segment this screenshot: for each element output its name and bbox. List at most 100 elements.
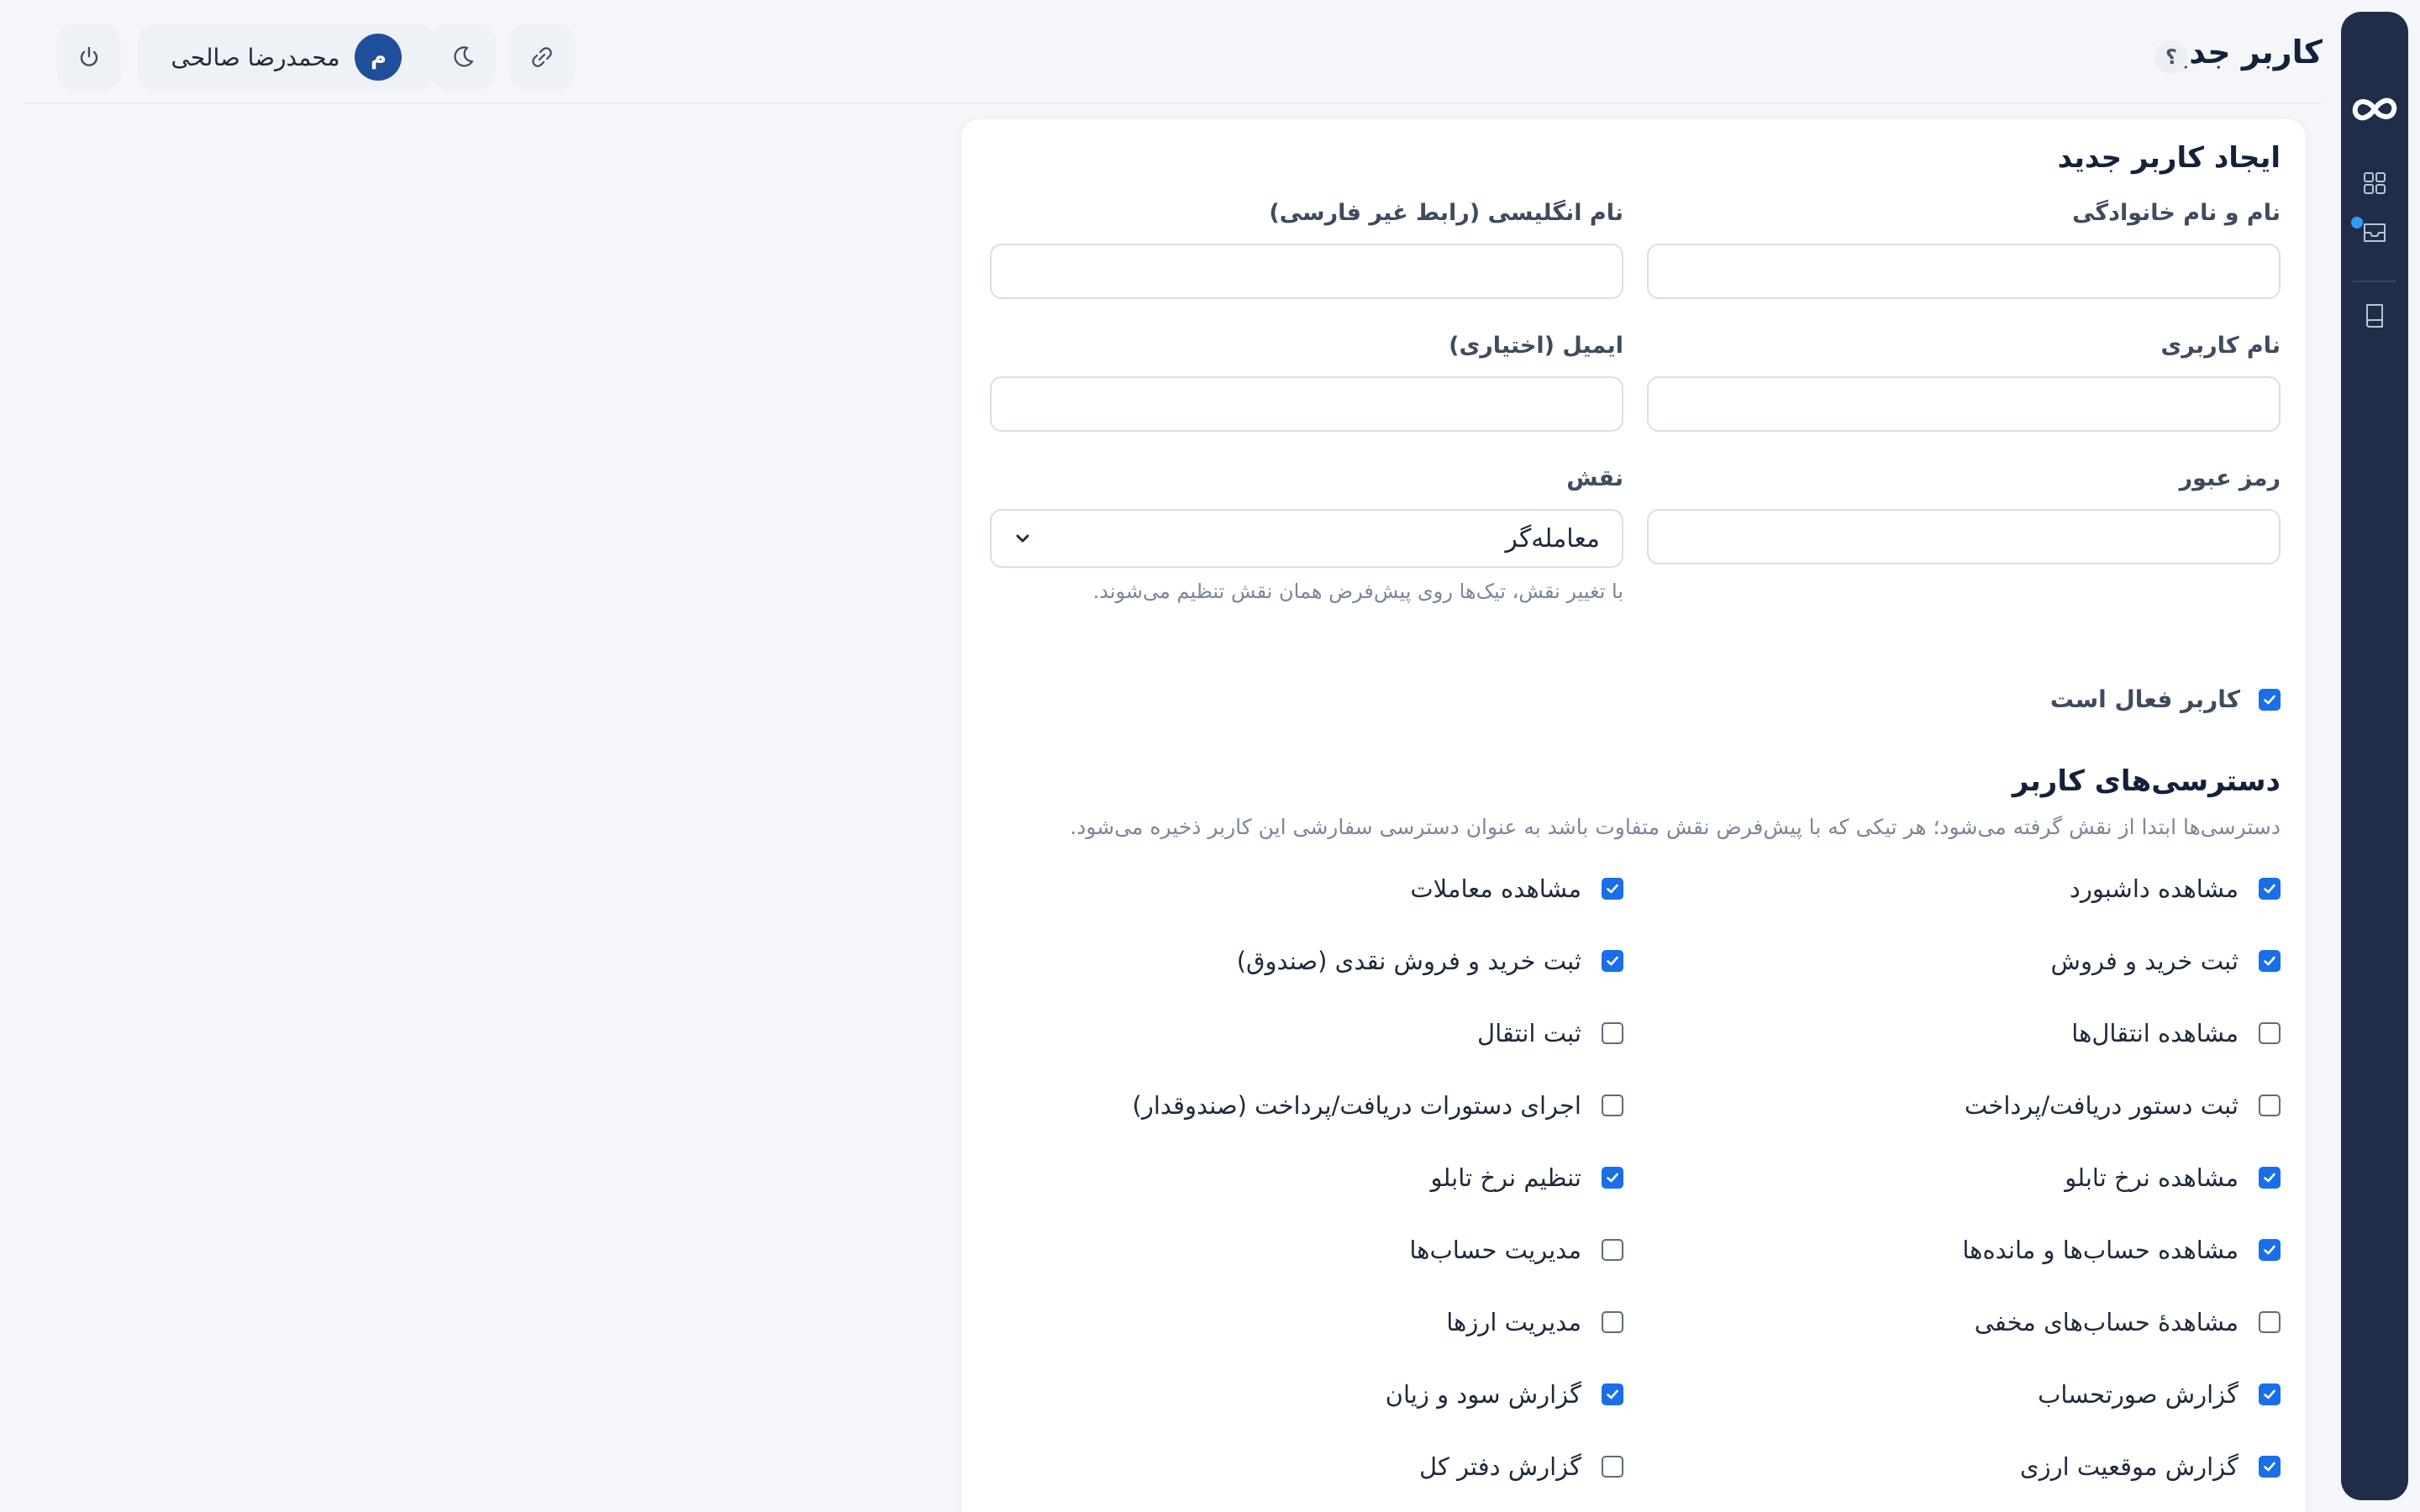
permission-item[interactable]: گزارش دفتر کل xyxy=(986,1452,1623,1481)
role-selected-value: معامله‌گر xyxy=(1505,523,1600,554)
permission-label: ثبت انتقال xyxy=(1477,1019,1581,1047)
top-header: کاربر جدید ؟ م محمدرضا صالحی xyxy=(24,0,2323,104)
permission-checkbox[interactable] xyxy=(1602,1456,1623,1478)
user-menu[interactable]: م محمدرضا صالحی xyxy=(138,24,435,91)
permission-item[interactable]: مشاهده حساب‌ها و مانده‌ها xyxy=(1623,1236,2281,1264)
permission-label: تنظیم نرخ تابلو xyxy=(1430,1163,1581,1192)
english-name-input[interactable] xyxy=(990,244,1623,299)
permission-label: ثبت خرید و فروش xyxy=(2050,947,2238,975)
permission-item[interactable]: گزارش موقعیت ارزی xyxy=(1623,1452,2281,1481)
permission-checkbox[interactable] xyxy=(1602,1095,1623,1116)
permission-item[interactable]: مشاهدهٔ حساب‌های مخفی xyxy=(1623,1308,2281,1336)
permission-item[interactable]: مشاهده داشبورد xyxy=(1623,874,2281,903)
permission-label: مدیریت ارزها xyxy=(1446,1308,1581,1336)
infinity-logo-icon[interactable] xyxy=(2348,89,2402,129)
english-name-field: نام انگلیسی (رابط غیر فارسی) xyxy=(990,200,1623,299)
avatar: م xyxy=(355,34,402,81)
active-user-checkbox[interactable] xyxy=(2259,688,2281,711)
moon-icon xyxy=(454,46,474,67)
rail-divider xyxy=(2353,281,2396,282)
link-button[interactable] xyxy=(509,24,575,91)
permission-label: ثبت خرید و فروش نقدی (صندوق) xyxy=(1236,947,1581,975)
permission-label: مشاهده نرخ تابلو xyxy=(2065,1163,2238,1192)
power-icon xyxy=(80,46,98,66)
permission-item[interactable]: مدیریت ارزها xyxy=(986,1308,1623,1336)
book-icon[interactable] xyxy=(2360,301,2390,331)
permission-item[interactable]: ثبت خرید و فروش نقدی (صندوق) xyxy=(986,947,1623,975)
username-field: نام کاربری xyxy=(1647,333,2281,432)
full-name-label: نام و نام خانوادگی xyxy=(2072,200,2281,226)
full-name-input[interactable] xyxy=(1647,244,2281,299)
permission-checkbox[interactable] xyxy=(2259,1311,2281,1333)
permission-checkbox[interactable] xyxy=(1602,950,1623,972)
password-field: رمز عبور xyxy=(1647,465,2281,564)
permission-checkbox[interactable] xyxy=(2259,1022,2281,1044)
username-input[interactable] xyxy=(1647,376,2281,432)
permissions-title: دسترسی‌های کاربر xyxy=(2012,764,2281,798)
permission-item[interactable]: ثبت دستور دریافت/پرداخت xyxy=(1623,1091,2281,1120)
email-input[interactable] xyxy=(990,376,1623,432)
permission-checkbox[interactable] xyxy=(1602,1239,1623,1261)
permissions-grid: مشاهده داشبورد مشاهده معاملات ثبت خرید و ف… xyxy=(986,874,2281,1481)
role-label: نقش xyxy=(1566,465,1623,491)
link-icon xyxy=(532,47,552,67)
permission-label: گزارش صورتحساب xyxy=(2038,1380,2238,1409)
permission-label: مشاهدهٔ حساب‌های مخفی xyxy=(1974,1308,2238,1336)
permission-checkbox[interactable] xyxy=(2259,878,2281,900)
permission-label: مشاهده انتقال‌ها xyxy=(2071,1019,2238,1047)
permission-checkbox[interactable] xyxy=(1602,1311,1623,1333)
dashboard-grid-icon[interactable] xyxy=(2360,168,2390,198)
permission-label: گزارش دفتر کل xyxy=(1418,1452,1581,1481)
permission-checkbox[interactable] xyxy=(1602,1167,1623,1189)
password-input[interactable] xyxy=(1647,509,2281,564)
permission-label: گزارش موقعیت ارزی xyxy=(2019,1452,2238,1481)
permission-checkbox[interactable] xyxy=(2259,1167,2281,1189)
permission-label: اجرای دستورات دریافت/پرداخت (صندوقدار) xyxy=(1132,1091,1581,1120)
permission-checkbox[interactable] xyxy=(2259,1383,2281,1405)
full-name-field: نام و نام خانوادگی xyxy=(1647,200,2281,299)
permission-label: مشاهده داشبورد xyxy=(2069,874,2238,903)
permission-checkbox[interactable] xyxy=(1602,1022,1623,1044)
permission-checkbox[interactable] xyxy=(2259,1095,2281,1116)
permission-item[interactable]: ثبت انتقال xyxy=(986,1019,1623,1047)
permission-checkbox[interactable] xyxy=(1602,1383,1623,1405)
permission-label: گزارش سود و زیان xyxy=(1385,1380,1581,1409)
active-user-label: کاربر فعال است xyxy=(2049,685,2240,713)
permission-checkbox[interactable] xyxy=(1602,878,1623,900)
email-label: ایمیل (اختیاری) xyxy=(1449,333,1623,359)
permission-item[interactable]: گزارش سود و زیان xyxy=(986,1380,1623,1409)
active-user-row: کاربر فعال است xyxy=(2050,685,2281,713)
permission-item[interactable]: ثبت خرید و فروش xyxy=(1623,947,2281,975)
permission-item[interactable]: مدیریت حساب‌ها xyxy=(986,1236,1623,1264)
chevron-down-icon xyxy=(1016,534,1029,543)
permission-checkbox[interactable] xyxy=(2259,950,2281,972)
permission-label: مشاهده معاملات xyxy=(1410,874,1581,903)
permission-item[interactable]: تنظیم نرخ تابلو xyxy=(986,1163,1623,1192)
permission-item[interactable]: مشاهده انتقال‌ها xyxy=(1623,1019,2281,1047)
help-button[interactable]: ؟ xyxy=(2154,40,2188,74)
username-label: نام کاربری xyxy=(2160,333,2281,359)
role-select[interactable]: معامله‌گر xyxy=(990,509,1623,568)
permission-item[interactable]: مشاهده معاملات xyxy=(986,874,1623,903)
email-field: ایمیل (اختیاری) xyxy=(990,333,1623,432)
permission-item[interactable]: مشاهده نرخ تابلو xyxy=(1623,1163,2281,1192)
permission-label: مشاهده حساب‌ها و مانده‌ها xyxy=(1962,1236,2238,1264)
card-title: ایجاد کاربر جدید xyxy=(2057,141,2281,175)
english-name-label: نام انگلیسی (رابط غیر فارسی) xyxy=(1269,200,1623,226)
password-label: رمز عبور xyxy=(2179,465,2281,491)
side-rail xyxy=(2341,12,2408,1500)
permission-item[interactable]: گزارش صورتحساب xyxy=(1623,1380,2281,1409)
role-hint: با تغییر نقش، تیک‌ها روی پیش‌فرض همان نق… xyxy=(1092,580,1623,603)
permission-checkbox[interactable] xyxy=(2259,1456,2281,1478)
permission-item[interactable]: اجرای دستورات دریافت/پرداخت (صندوقدار) xyxy=(986,1091,1623,1120)
user-name: محمدرضا صالحی xyxy=(171,43,340,71)
permission-checkbox[interactable] xyxy=(2259,1239,2281,1261)
permission-label: ثبت دستور دریافت/پرداخت xyxy=(1964,1091,2238,1120)
create-user-card: ایجاد کاربر جدید نام و نام خانوادگی نام … xyxy=(961,119,2306,1512)
theme-toggle-button[interactable] xyxy=(430,24,496,91)
inbox-icon[interactable] xyxy=(2360,217,2390,247)
permission-label: مدیریت حساب‌ها xyxy=(1409,1236,1581,1264)
permissions-description: دسترسی‌ها ابتدا از نقش گرفته می‌شود؛ هر … xyxy=(1070,815,2281,839)
role-field: نقش معامله‌گر با تغییر نقش، تیک‌ها روی پ… xyxy=(990,465,1623,603)
logout-button[interactable] xyxy=(57,24,121,91)
